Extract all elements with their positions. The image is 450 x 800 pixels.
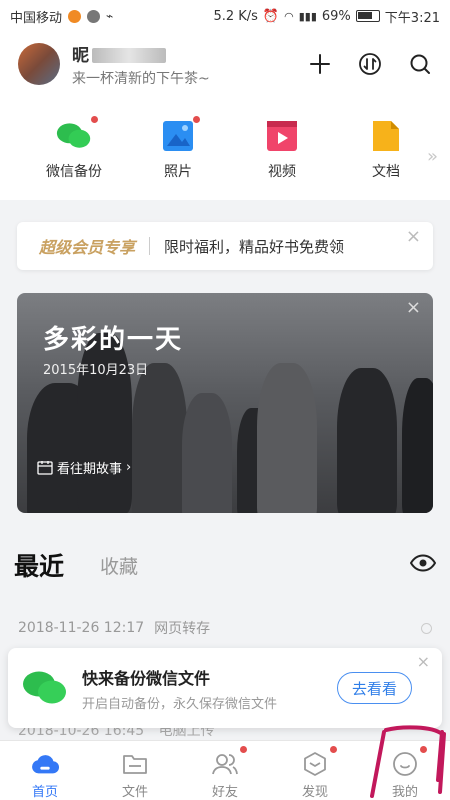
past-stories-link[interactable]: 看往期故事 › bbox=[37, 458, 131, 477]
memory-title: 多彩的一天 bbox=[43, 325, 184, 355]
backup-subtitle: 开启自动备份，永久保存微信文件 bbox=[82, 696, 278, 712]
profile-icon bbox=[393, 752, 417, 776]
memory-date: 2015年10月23日 bbox=[43, 363, 149, 378]
quick-access-bar: 微信备份 照片 视频 文档 » bbox=[0, 96, 450, 200]
go-see-button[interactable]: 去看看 bbox=[336, 672, 412, 704]
search-button[interactable] bbox=[408, 52, 432, 76]
badge-dot bbox=[91, 116, 98, 123]
wechat-icon bbox=[56, 123, 91, 148]
eye-icon bbox=[409, 554, 437, 572]
folder-icon bbox=[123, 755, 147, 774]
clock: 下午3:21 bbox=[384, 10, 440, 26]
wechat-backup-prompt: 快来备份微信文件 开启自动备份，永久保存微信文件 去看看 × bbox=[8, 648, 442, 728]
quick-item-videos[interactable]: 视频 bbox=[230, 120, 334, 181]
photo-figure bbox=[132, 363, 187, 513]
quick-item-documents[interactable]: 文档 bbox=[334, 120, 438, 181]
badge-dot bbox=[330, 746, 337, 753]
photo-icon bbox=[163, 121, 193, 151]
close-icon[interactable]: × bbox=[417, 652, 430, 671]
close-icon[interactable]: × bbox=[406, 226, 421, 247]
document-icon bbox=[373, 121, 399, 151]
nav-label: 文件 bbox=[121, 785, 148, 800]
tab-favorites[interactable]: 收藏 bbox=[100, 552, 138, 579]
quick-item-photos[interactable]: 照片 bbox=[126, 116, 230, 181]
calendar-icon bbox=[37, 461, 53, 475]
vip-text: 限时福利，精品好书免费领 bbox=[164, 237, 345, 256]
badge-dot bbox=[193, 116, 200, 123]
memory-card[interactable]: 多彩的一天 2015年10月23日 看往期故事 › × bbox=[17, 293, 433, 513]
user-tagline: 来一杯清新的下午茶~ bbox=[72, 70, 210, 87]
close-icon[interactable]: × bbox=[406, 297, 421, 318]
search-icon bbox=[410, 54, 430, 74]
nav-label: 好友 bbox=[211, 785, 238, 800]
photo-figure bbox=[337, 368, 397, 513]
chevron-right-icon: › bbox=[126, 460, 132, 475]
wechat-icon bbox=[23, 671, 66, 704]
friends-icon bbox=[212, 754, 238, 775]
avatar[interactable] bbox=[18, 43, 60, 85]
nav-item-friends[interactable]: 好友 bbox=[180, 741, 270, 800]
battery-icon bbox=[355, 10, 380, 22]
vip-title: 超级会员专享 bbox=[39, 238, 136, 257]
cloud-home-icon bbox=[32, 755, 59, 774]
nav-item-files[interactable]: 文件 bbox=[90, 741, 180, 800]
wifi-icon: ◠ bbox=[284, 9, 294, 23]
quick-item-label: 文档 bbox=[372, 164, 400, 180]
quick-item-label: 微信备份 bbox=[46, 164, 102, 180]
tab-recent[interactable]: 最近 bbox=[14, 547, 64, 583]
file-source: 网页转存 bbox=[154, 621, 211, 637]
nav-label: 我的 bbox=[391, 785, 418, 800]
nav-item-discover[interactable]: 发现 bbox=[270, 741, 360, 800]
cell-signal-icon: ▮▮▮ bbox=[298, 9, 317, 23]
nav-item-mine[interactable]: 我的 bbox=[360, 741, 450, 800]
divider bbox=[149, 237, 151, 255]
user-info[interactable]: 昵 来一杯清新的下午茶~ bbox=[72, 41, 210, 88]
notification-icon bbox=[87, 9, 101, 23]
bottom-nav: 首页 文件 好友 发现 我的 bbox=[0, 740, 450, 800]
username-text: 昵 bbox=[72, 45, 90, 66]
badge-dot bbox=[240, 746, 247, 753]
select-circle[interactable] bbox=[421, 622, 432, 634]
visibility-toggle[interactable] bbox=[409, 554, 437, 576]
backup-title: 快来备份微信文件 bbox=[82, 668, 211, 688]
alarm-icon: ⏰ bbox=[262, 8, 280, 24]
username-blurred bbox=[92, 48, 166, 63]
transfer-button[interactable] bbox=[358, 52, 382, 76]
nav-label: 首页 bbox=[31, 785, 58, 800]
network-speed: 5.2 K/s bbox=[213, 8, 258, 24]
add-icon bbox=[310, 54, 330, 74]
photo-figure bbox=[402, 378, 433, 513]
username: 昵 bbox=[72, 41, 210, 66]
battery-percent: 69% bbox=[321, 8, 351, 24]
add-button[interactable] bbox=[308, 52, 332, 76]
past-stories-label: 看往期故事 bbox=[57, 462, 123, 477]
nav-item-home[interactable]: 首页 bbox=[0, 741, 90, 800]
carrier-label: 中国移动 bbox=[10, 10, 63, 26]
photo-figure bbox=[257, 363, 317, 513]
list-item[interactable]: 2018-11-26 12:17 网页转存 bbox=[0, 612, 450, 644]
app-header: 昵 来一杯清新的下午茶~ bbox=[0, 32, 450, 96]
nav-label: 发现 bbox=[301, 785, 328, 800]
app-notification-icon bbox=[68, 9, 82, 23]
recent-tabs: 最近 收藏 bbox=[0, 540, 450, 590]
status-bar: 中国移动 ⌁ 5.2 K/s ⏰ ◠ ▮▮▮ 69% 下午3:21 bbox=[0, 0, 450, 32]
signal-icon: ⌁ bbox=[106, 9, 114, 23]
video-icon bbox=[267, 121, 297, 151]
file-date: 2018-11-26 12:17 bbox=[18, 620, 145, 636]
discover-icon bbox=[304, 752, 326, 776]
quick-item-wechat-backup[interactable]: 微信备份 bbox=[22, 116, 126, 181]
more-chevron-icon[interactable]: » bbox=[427, 146, 438, 167]
photo-figure bbox=[182, 393, 232, 513]
vip-banner[interactable]: 超级会员专享 限时福利，精品好书免费领 × bbox=[17, 222, 433, 270]
badge-dot bbox=[420, 746, 427, 753]
quick-item-label: 照片 bbox=[164, 164, 192, 180]
transfer-icon bbox=[359, 53, 381, 75]
quick-item-label: 视频 bbox=[268, 164, 296, 180]
